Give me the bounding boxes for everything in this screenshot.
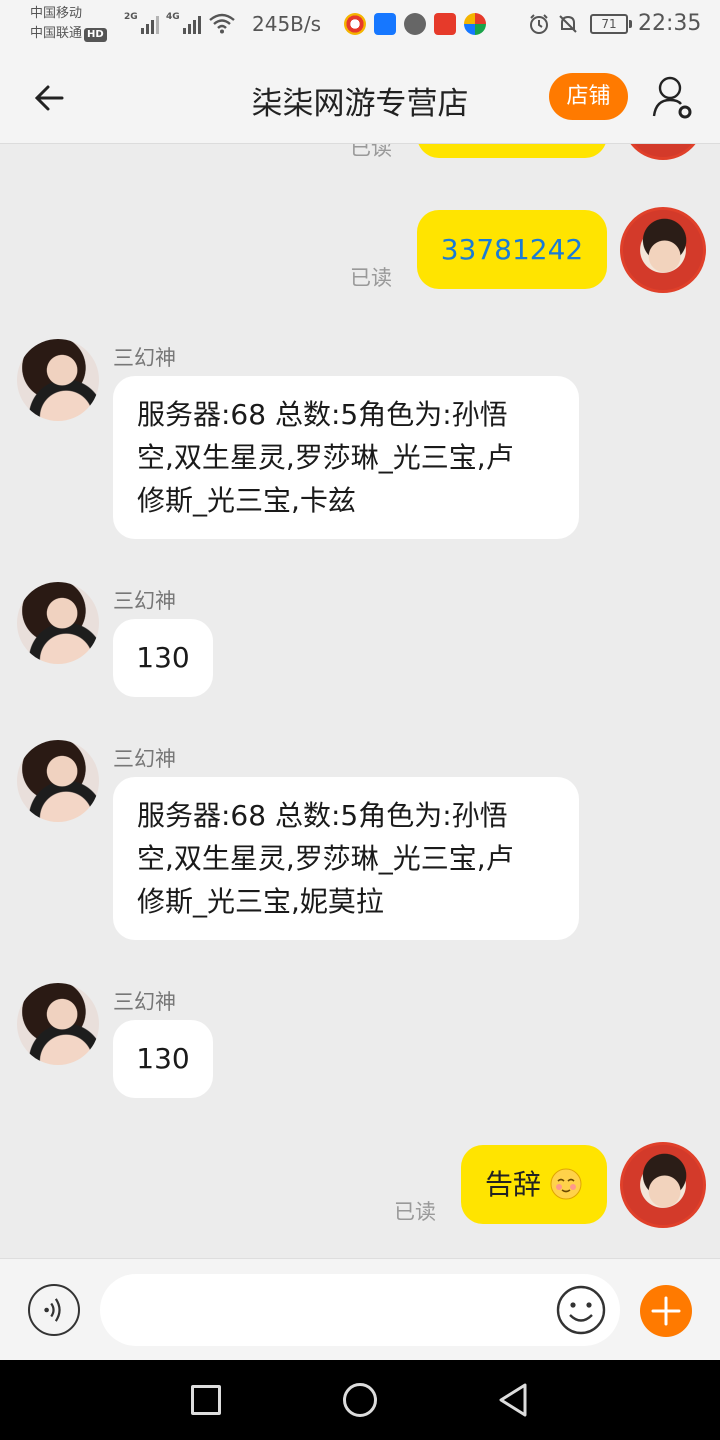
home-icon[interactable]: [343, 1383, 377, 1417]
my-avatar[interactable]: [620, 1142, 706, 1228]
nav-back-icon[interactable]: [497, 1382, 529, 1418]
message-line: 修斯_光三宝,妮莫拉: [137, 885, 384, 918]
plus-icon[interactable]: [640, 1285, 692, 1337]
message-bubble-outgoing[interactable]: [417, 144, 607, 158]
message-bubble-incoming[interactable]: 服务器:68 总数:5角色为:孙悟 空,双生星灵,罗莎琳_光三宝,卢 修斯_光三…: [113, 376, 579, 539]
message-line: 服务器:68 总数:5角色为:孙悟: [137, 799, 508, 832]
sender-name: 三幻神: [113, 747, 176, 771]
message-bubble-incoming[interactable]: 130: [113, 619, 213, 697]
500-app-icon: [434, 13, 456, 35]
status-bar: 中国移动 中国联通 HD 2G 4G 245B/s 71 22:35: [0, 0, 720, 50]
alipay-icon: [374, 13, 396, 35]
message-bubble-outgoing[interactable]: 告辞: [461, 1145, 607, 1224]
message-input[interactable]: [100, 1274, 620, 1346]
system-nav-bar: [0, 1360, 720, 1440]
shop-button[interactable]: 店铺: [549, 73, 628, 120]
my-avatar[interactable]: [622, 144, 704, 160]
read-receipt: 已读: [394, 1200, 436, 1224]
sender-name: 三幻神: [113, 346, 176, 370]
message-line: 服务器:68 总数:5角色为:孙悟: [137, 398, 508, 431]
signal-icon-2g: 2G: [124, 12, 159, 34]
shield-app-icon: [404, 13, 426, 35]
message-bubble-incoming[interactable]: 130: [113, 1020, 213, 1098]
recent-apps-icon[interactable]: [191, 1385, 221, 1415]
voice-icon[interactable]: [28, 1284, 80, 1336]
battery-indicator: 71: [590, 14, 632, 34]
sender-name: 三幻神: [113, 990, 176, 1014]
net-speed: 245B/s: [252, 12, 322, 36]
message-bubble-outgoing[interactable]: 33781242: [417, 210, 607, 289]
hd-badge: HD: [84, 28, 107, 42]
user-settings-icon[interactable]: [652, 74, 694, 120]
clock-time: 22:35: [638, 11, 702, 36]
message-line: 修斯_光三宝,卡兹: [137, 484, 356, 517]
carrier-2: 中国联通: [30, 26, 83, 41]
mute-bell-icon: [559, 15, 577, 33]
alarm-clock-icon: [530, 14, 548, 34]
message-bubble-incoming[interactable]: 服务器:68 总数:5角色为:孙悟 空,双生星灵,罗莎琳_光三宝,卢 修斯_光三…: [113, 777, 579, 940]
sender-avatar[interactable]: [17, 582, 99, 664]
signal-icon-4g: 4G: [166, 12, 201, 34]
message-line: 空,双生星灵,罗莎琳_光三宝,卢: [137, 842, 514, 875]
blush-emoji-icon: [550, 1168, 582, 1200]
lottery-app-icon: [464, 13, 486, 35]
chat-header: 柒柒网游专营店 店铺: [0, 50, 720, 144]
sender-avatar[interactable]: [17, 983, 99, 1065]
message-text: 告辞: [485, 1168, 542, 1201]
sender-avatar[interactable]: [17, 339, 99, 421]
sender-avatar[interactable]: [17, 740, 99, 822]
my-avatar[interactable]: [620, 207, 706, 293]
sender-name: 三幻神: [113, 589, 176, 613]
chat-message-list[interactable]: 已读 已读 33781242 三幻神 服务器:68 总数:5角色为:孙悟 空,双…: [0, 144, 720, 1258]
weibo-icon: [344, 13, 366, 35]
message-line: 空,双生星灵,罗莎琳_光三宝,卢: [137, 441, 514, 474]
message-input-bar: [0, 1258, 720, 1360]
read-receipt: 已读: [350, 266, 392, 290]
smiley-icon[interactable]: [555, 1284, 607, 1336]
carrier-1: 中国移动: [30, 6, 83, 21]
read-receipt: 已读: [350, 144, 392, 160]
wifi-icon: [209, 13, 235, 34]
carrier-info: 中国移动 中国联通 HD: [30, 4, 107, 44]
